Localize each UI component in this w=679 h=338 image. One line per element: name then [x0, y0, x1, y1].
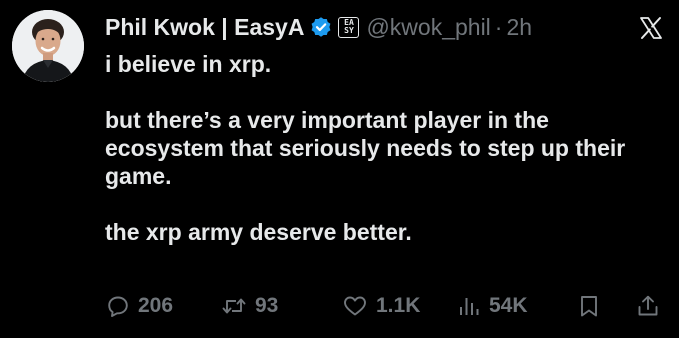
share-button[interactable] [636, 289, 660, 323]
verified-badge-icon[interactable] [310, 16, 332, 38]
tweet-card[interactable]: Phil Kwok | EasyA EA SY @kwok_phil · 2h … [0, 0, 679, 338]
heart-icon [342, 294, 368, 318]
like-count: 1.1K [376, 294, 421, 317]
reply-button[interactable]: 206 [106, 289, 173, 323]
affiliate-badge[interactable]: EA SY [338, 16, 360, 38]
tweet-text: i believe in xrp. but there’s a very imp… [105, 50, 665, 246]
tweet-line: the xrp army deserve better. [105, 219, 412, 245]
tweet-line: but there’s a very important player in t… [105, 107, 626, 189]
views-count: 54K [489, 294, 528, 317]
bookmark-icon [578, 294, 600, 318]
views-icon [457, 294, 481, 318]
avatar[interactable] [12, 10, 84, 82]
reply-count: 206 [138, 294, 174, 317]
bookmark-button[interactable] [578, 289, 600, 323]
like-button[interactable]: 1.1K [342, 289, 420, 323]
repost-count: 93 [255, 294, 279, 317]
repost-button[interactable]: 93 [221, 289, 278, 323]
reply-icon [106, 294, 130, 318]
views-button[interactable]: 54K [457, 289, 528, 323]
tweet-line: i believe in xrp. [105, 51, 272, 77]
x-logo-icon [639, 16, 663, 40]
timestamp[interactable]: 2h [506, 14, 532, 41]
action-bar: 206 93 1.1K 54K [0, 289, 679, 323]
separator-dot: · [494, 13, 503, 40]
affiliate-badge-line2: SY [344, 26, 354, 35]
display-name[interactable]: Phil Kwok | EasyA [105, 14, 304, 41]
repost-icon [221, 294, 247, 318]
tweet-header: Phil Kwok | EasyA EA SY @kwok_phil · 2h [105, 12, 532, 42]
share-icon [636, 294, 660, 318]
handle[interactable]: @kwok_phil [366, 14, 490, 41]
